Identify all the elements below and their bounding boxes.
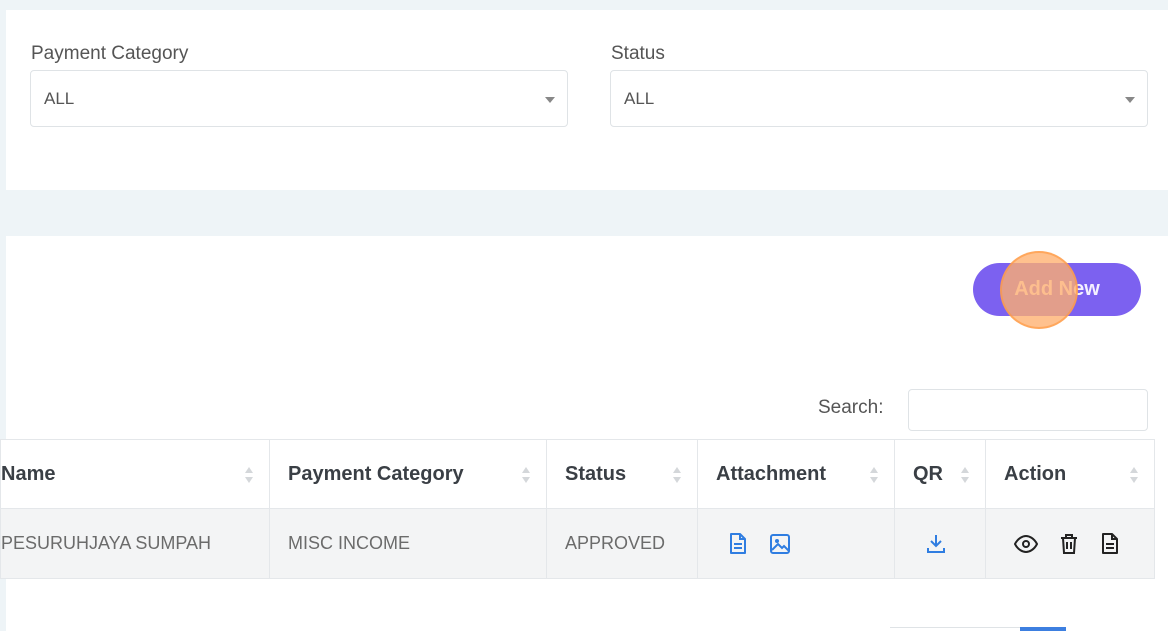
column-header-name[interactable]: Name xyxy=(0,439,270,509)
cell-status: APPROVED xyxy=(546,508,698,579)
download-icon[interactable] xyxy=(925,533,947,555)
column-header-label: QR xyxy=(913,462,943,485)
cell-qr xyxy=(894,508,986,579)
column-header-label: Action xyxy=(1004,462,1067,485)
payment-category-value: ALL xyxy=(44,89,75,108)
pagination-edge xyxy=(890,627,1020,631)
payment-category-select[interactable]: ALL xyxy=(30,70,568,127)
add-new-label: Add New xyxy=(1014,278,1100,300)
column-header-payment-category[interactable]: Payment Category xyxy=(269,439,547,509)
cell-attachment xyxy=(697,508,895,579)
column-header-label: Attachment xyxy=(716,462,827,485)
add-new-button[interactable]: Add New xyxy=(973,263,1141,316)
sort-icon xyxy=(522,467,530,483)
search-input[interactable] xyxy=(908,389,1148,431)
column-header-status[interactable]: Status xyxy=(546,439,698,509)
status-value: ALL xyxy=(624,89,655,108)
chevron-down-icon xyxy=(545,97,555,103)
sort-icon xyxy=(673,467,681,483)
cell-payment-category: MISC INCOME xyxy=(269,508,547,579)
filter-panel: Payment Category ALL Status ALL xyxy=(6,10,1168,190)
column-header-attachment[interactable]: Attachment xyxy=(697,439,895,509)
pagination-active-page[interactable] xyxy=(1020,627,1066,631)
document-icon[interactable] xyxy=(1100,532,1120,555)
chevron-down-icon xyxy=(1125,97,1135,103)
eye-icon[interactable] xyxy=(1014,534,1038,554)
cell-name: PESURUHJAYA SUMPAH xyxy=(0,508,270,579)
document-icon[interactable] xyxy=(728,532,748,555)
table-row: PESURUHJAYA SUMPAH MISC INCOME APPROVED xyxy=(0,508,1155,579)
image-icon[interactable] xyxy=(769,533,791,555)
sort-icon xyxy=(961,467,969,483)
records-panel: Add New Search: Name Payment Category St… xyxy=(0,236,1168,631)
sort-icon xyxy=(870,467,878,483)
column-header-label: Payment Category xyxy=(288,462,464,485)
trash-icon[interactable] xyxy=(1059,533,1079,555)
search-label: Search: xyxy=(818,397,884,418)
status-label: Status xyxy=(611,43,665,64)
column-header-action[interactable]: Action xyxy=(985,439,1155,509)
table-header-row: Name Payment Category Status Attachment … xyxy=(0,439,1155,509)
records-table: Name Payment Category Status Attachment … xyxy=(0,439,1155,579)
status-select[interactable]: ALL xyxy=(610,70,1148,127)
column-header-label: Status xyxy=(565,462,627,485)
sort-icon xyxy=(1130,467,1138,483)
column-header-label: Name xyxy=(1,462,56,485)
sort-icon xyxy=(245,467,253,483)
cell-action xyxy=(985,508,1155,579)
column-header-qr[interactable]: QR xyxy=(894,439,986,509)
payment-category-label: Payment Category xyxy=(31,43,189,64)
